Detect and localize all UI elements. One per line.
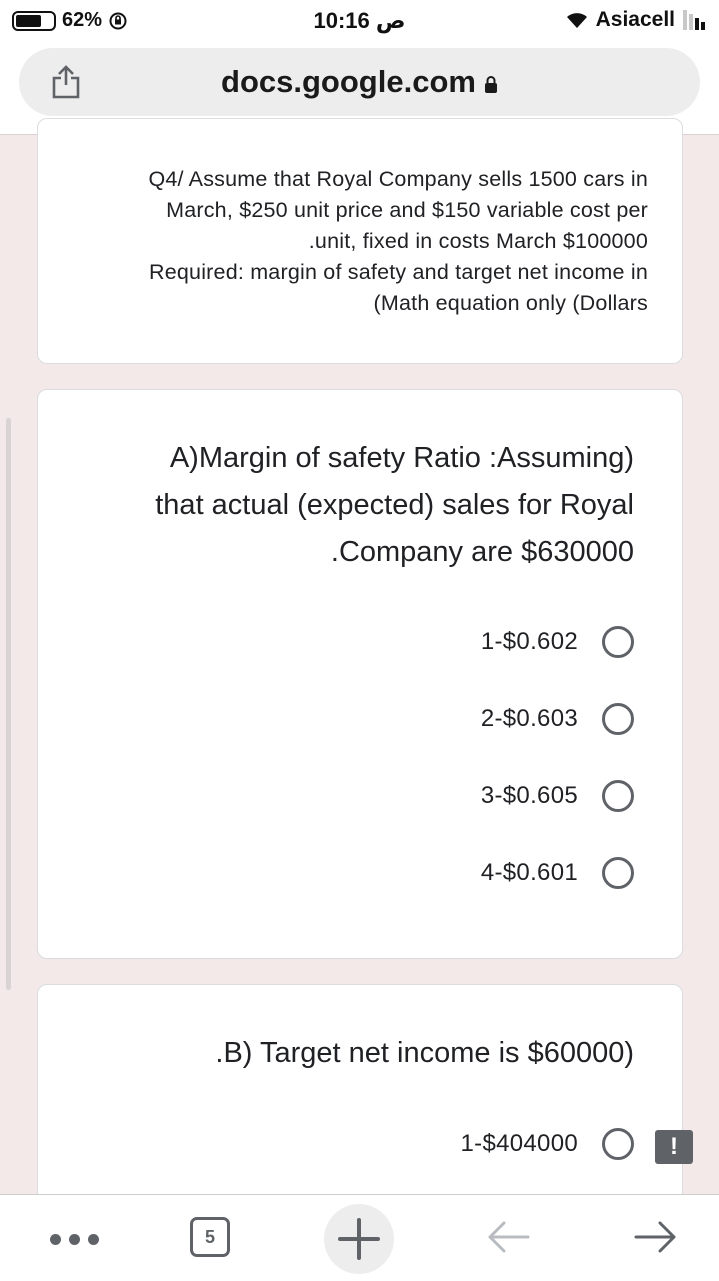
address-bar[interactable]: docs.google.com: [19, 48, 700, 116]
browser-bottom-bar: 5: [0, 1194, 719, 1281]
radio-button[interactable]: [602, 857, 634, 889]
forward-arrow-icon[interactable]: [632, 1217, 680, 1257]
question-line: .unit, fixed in costs March $100000: [308, 229, 648, 253]
option-a4[interactable]: 4-$0.601: [481, 853, 634, 893]
url-text: docs.google.com: [221, 64, 476, 99]
part-a-title-line: A)Margin of safety Ratio :Assuming): [169, 442, 634, 474]
question-description-card: Q4/ Assume that Royal Company sells 1500…: [37, 118, 683, 364]
plus-icon: [338, 1218, 380, 1260]
scroll-indicator: [6, 418, 11, 990]
lock-icon: [484, 75, 497, 93]
question-line: Q4/ Assume that Royal Company sells 1500…: [148, 167, 648, 191]
option-label: 1-$404000: [460, 1130, 578, 1157]
part-a-title: A)Margin of safety Ratio :Assuming) that…: [54, 435, 634, 576]
option-label: 2-$0.603: [480, 705, 578, 732]
question-line: March, $250 unit price and $150 variable…: [166, 198, 648, 222]
question-line: Required: margin of safety and target ne…: [149, 260, 648, 284]
option-a2[interactable]: 2-$0.603: [481, 699, 634, 739]
radio-button[interactable]: [602, 780, 634, 812]
option-label: 4-$0.601: [480, 859, 578, 886]
carrier-name: Asiacell: [595, 8, 675, 31]
tab-switcher-button[interactable]: 5: [190, 1217, 230, 1257]
part-a-title-line: that actual (expected) sales for Royal: [155, 489, 634, 521]
signal-icon: [683, 10, 705, 30]
question-line: (Math equation only (Dollars: [373, 291, 648, 315]
option-label: 3-$0.605: [480, 782, 578, 809]
radio-button[interactable]: [602, 1128, 634, 1160]
new-tab-button[interactable]: [324, 1204, 394, 1274]
back-arrow-icon[interactable]: [484, 1217, 532, 1257]
report-icon[interactable]: !: [655, 1130, 693, 1164]
part-a-card: A)Margin of safety Ratio :Assuming) that…: [37, 389, 683, 959]
part-b-title: .B) Target net income is $60000): [215, 1037, 634, 1069]
option-a3[interactable]: 3-$0.605: [481, 776, 634, 816]
radio-button[interactable]: [602, 626, 634, 658]
option-label: 1-$0.602: [480, 628, 578, 655]
question-text: Q4/ Assume that Royal Company sells 1500…: [68, 164, 648, 319]
option-b1[interactable]: 1-$404000: [461, 1124, 634, 1164]
radio-button[interactable]: [602, 703, 634, 735]
wifi-icon: [566, 13, 587, 28]
url-display[interactable]: docs.google.com: [19, 64, 700, 100]
more-menu-icon[interactable]: [50, 1234, 99, 1245]
status-bar: 62% 10:16 ص Asiacell: [0, 0, 719, 40]
option-a1[interactable]: 1-$0.602: [481, 622, 634, 662]
network-status: Asiacell: [566, 8, 705, 32]
part-a-title-line: .Company are $630000: [330, 536, 634, 568]
